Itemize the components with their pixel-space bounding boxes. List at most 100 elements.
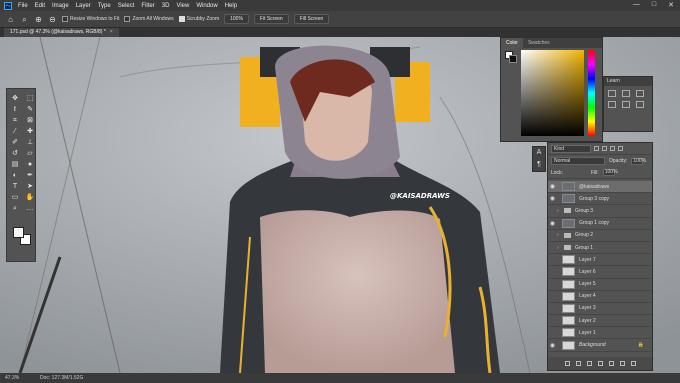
layer-row[interactable]: Layer 1 bbox=[548, 327, 652, 340]
adjustment-layer-icon[interactable] bbox=[597, 361, 603, 366]
eraser-tool-icon[interactable]: ▱ bbox=[25, 150, 35, 158]
zoom-all-windows-checkbox[interactable]: Zoom All Windows bbox=[124, 16, 174, 22]
tab-swatches[interactable]: Swatches bbox=[523, 38, 555, 48]
pen-tool-icon[interactable]: ✒ bbox=[25, 172, 35, 180]
hue-sat-icon[interactable] bbox=[636, 101, 644, 108]
fill-input[interactable]: 100% bbox=[602, 169, 618, 176]
layer-row[interactable]: › Group 3 bbox=[548, 205, 652, 218]
maximize-icon[interactable]: □ bbox=[652, 1, 656, 9]
zoom-level[interactable]: 47.3% bbox=[5, 373, 19, 383]
layer-row[interactable]: › Group 2 bbox=[548, 230, 652, 242]
marquee-tool-icon[interactable]: ⬚ bbox=[25, 95, 35, 103]
crop-tool-icon[interactable]: ⌗ bbox=[10, 117, 20, 125]
levels-icon[interactable] bbox=[622, 90, 630, 97]
close-icon[interactable]: ✕ bbox=[668, 1, 674, 9]
menu-3d[interactable]: 3D bbox=[162, 3, 170, 9]
expand-group-icon[interactable]: › bbox=[557, 208, 562, 214]
layer-row[interactable]: Layer 4 bbox=[548, 291, 652, 303]
move-tool-icon[interactable]: ✥ bbox=[10, 95, 20, 103]
visibility-eye-icon[interactable]: ◉ bbox=[548, 342, 557, 349]
layer-row[interactable]: Layer 2 bbox=[548, 315, 652, 328]
menu-edit[interactable]: Edit bbox=[35, 3, 45, 9]
filter-shape-icon[interactable] bbox=[618, 146, 623, 151]
resize-windows-checkbox[interactable]: Resize Windows to Fit bbox=[62, 16, 119, 22]
new-layer-icon[interactable] bbox=[619, 361, 625, 366]
layer-row[interactable]: ◉ Group 3 copy bbox=[548, 193, 652, 206]
layer-row[interactable]: ◉ Group 1 copy bbox=[548, 218, 652, 230]
expand-group-icon[interactable]: › bbox=[557, 232, 562, 238]
tab-color[interactable]: Color bbox=[501, 38, 523, 48]
zoom-out-icon[interactable]: ⊖ bbox=[48, 15, 57, 24]
layer-row[interactable]: ◉ @kaisadraws bbox=[548, 181, 652, 194]
menu-file[interactable]: File bbox=[18, 3, 28, 9]
zoom-tool-panel-icon[interactable]: ⌕ bbox=[10, 205, 20, 213]
hand-tool-icon[interactable]: ✋ bbox=[25, 194, 35, 202]
layer-row[interactable]: ◉ Background 🔒 bbox=[548, 339, 652, 352]
new-group-icon[interactable] bbox=[608, 361, 614, 366]
type-tool-icon[interactable]: T bbox=[10, 183, 20, 191]
foreground-color-swatch[interactable] bbox=[13, 227, 24, 238]
close-tab-icon[interactable]: × bbox=[110, 29, 113, 35]
brush-tool-icon[interactable]: ✐ bbox=[10, 139, 20, 147]
blur-tool-icon[interactable]: ● bbox=[25, 161, 35, 169]
scrubby-zoom-checkbox[interactable]: Scrubby Zoom bbox=[178, 16, 219, 22]
layer-row[interactable]: Layer 5 bbox=[548, 279, 652, 291]
healing-tool-icon[interactable]: ✚ bbox=[25, 128, 35, 136]
fill-screen-button[interactable]: Fill Screen bbox=[293, 14, 330, 24]
history-brush-icon[interactable]: ↺ bbox=[10, 150, 20, 158]
vibrance-icon[interactable] bbox=[622, 101, 630, 108]
photoshop-logo-icon[interactable]: Ps bbox=[4, 1, 12, 10]
expand-group-icon[interactable]: › bbox=[557, 245, 562, 251]
learn-panel-title[interactable]: Learn bbox=[604, 77, 652, 86]
zoom-in-icon[interactable]: ⊕ bbox=[34, 15, 43, 24]
layer-kind-filter[interactable]: Kind bbox=[551, 144, 591, 153]
menu-filter[interactable]: Filter bbox=[141, 3, 154, 9]
paragraph-panel-icon[interactable]: ¶ bbox=[533, 159, 545, 171]
frame-tool-icon[interactable]: ⊠ bbox=[25, 117, 35, 125]
curves-icon[interactable] bbox=[636, 90, 644, 97]
shape-tool-icon[interactable]: ▭ bbox=[10, 194, 20, 202]
eyedropper-tool-icon[interactable]: ⁄ bbox=[10, 128, 20, 136]
menu-type[interactable]: Type bbox=[98, 3, 111, 9]
minimize-icon[interactable]: — bbox=[633, 1, 640, 9]
layer-row[interactable]: Layer 3 bbox=[548, 303, 652, 316]
gradient-tool-icon[interactable]: ▤ bbox=[10, 161, 20, 169]
visibility-eye-icon[interactable]: ◉ bbox=[548, 195, 557, 202]
visibility-eye-icon[interactable]: ◉ bbox=[548, 183, 557, 190]
menu-layer[interactable]: Layer bbox=[76, 3, 91, 9]
zoom-tool-icon[interactable]: ⌕ bbox=[20, 15, 29, 24]
menu-help[interactable]: Help bbox=[225, 3, 237, 9]
dodge-tool-icon[interactable]: ◐ bbox=[10, 172, 20, 180]
delete-layer-icon[interactable] bbox=[630, 361, 636, 366]
stamp-tool-icon[interactable]: ⊥ bbox=[25, 139, 35, 147]
adjust-icon[interactable] bbox=[608, 90, 616, 97]
fx-icon[interactable] bbox=[575, 361, 581, 366]
filter-pixel-icon[interactable] bbox=[594, 146, 599, 151]
hue-slider[interactable] bbox=[588, 50, 595, 136]
blend-mode-select[interactable]: Normal bbox=[551, 157, 605, 165]
layer-row[interactable]: Layer 7 bbox=[548, 254, 652, 267]
lasso-tool-icon[interactable]: ℓ bbox=[10, 106, 20, 114]
opacity-input[interactable]: 100% bbox=[631, 157, 646, 165]
exposure-icon[interactable] bbox=[608, 101, 616, 108]
path-select-tool-icon[interactable]: ➤ bbox=[25, 183, 35, 191]
link-layers-icon[interactable] bbox=[564, 361, 570, 366]
quick-select-tool-icon[interactable]: ✎ bbox=[25, 106, 35, 114]
filter-type-icon[interactable] bbox=[610, 146, 615, 151]
fit-screen-button[interactable]: Fit Screen bbox=[253, 14, 289, 24]
zoom-100-button[interactable]: 100% bbox=[224, 14, 249, 24]
layer-row[interactable]: Layer 6 bbox=[548, 266, 652, 279]
visibility-eye-icon[interactable]: ◉ bbox=[548, 220, 557, 227]
background-swatch[interactable] bbox=[509, 55, 517, 63]
menu-image[interactable]: Image bbox=[52, 3, 69, 9]
document-tab[interactable]: 171.psd @ 47.3% (@kaisadraws, RGB/8) * × bbox=[4, 28, 119, 37]
character-panel-icon[interactable]: A bbox=[533, 147, 545, 159]
home-icon[interactable]: ⌂ bbox=[6, 15, 15, 24]
menu-window[interactable]: Window bbox=[196, 3, 217, 9]
menu-view[interactable]: View bbox=[176, 3, 189, 9]
more-tools-icon[interactable]: … bbox=[25, 205, 35, 213]
menu-select[interactable]: Select bbox=[118, 3, 135, 9]
layer-row[interactable]: › Group 1 bbox=[548, 242, 652, 255]
color-picker-field[interactable] bbox=[521, 50, 584, 136]
filter-adjust-icon[interactable] bbox=[602, 146, 607, 151]
